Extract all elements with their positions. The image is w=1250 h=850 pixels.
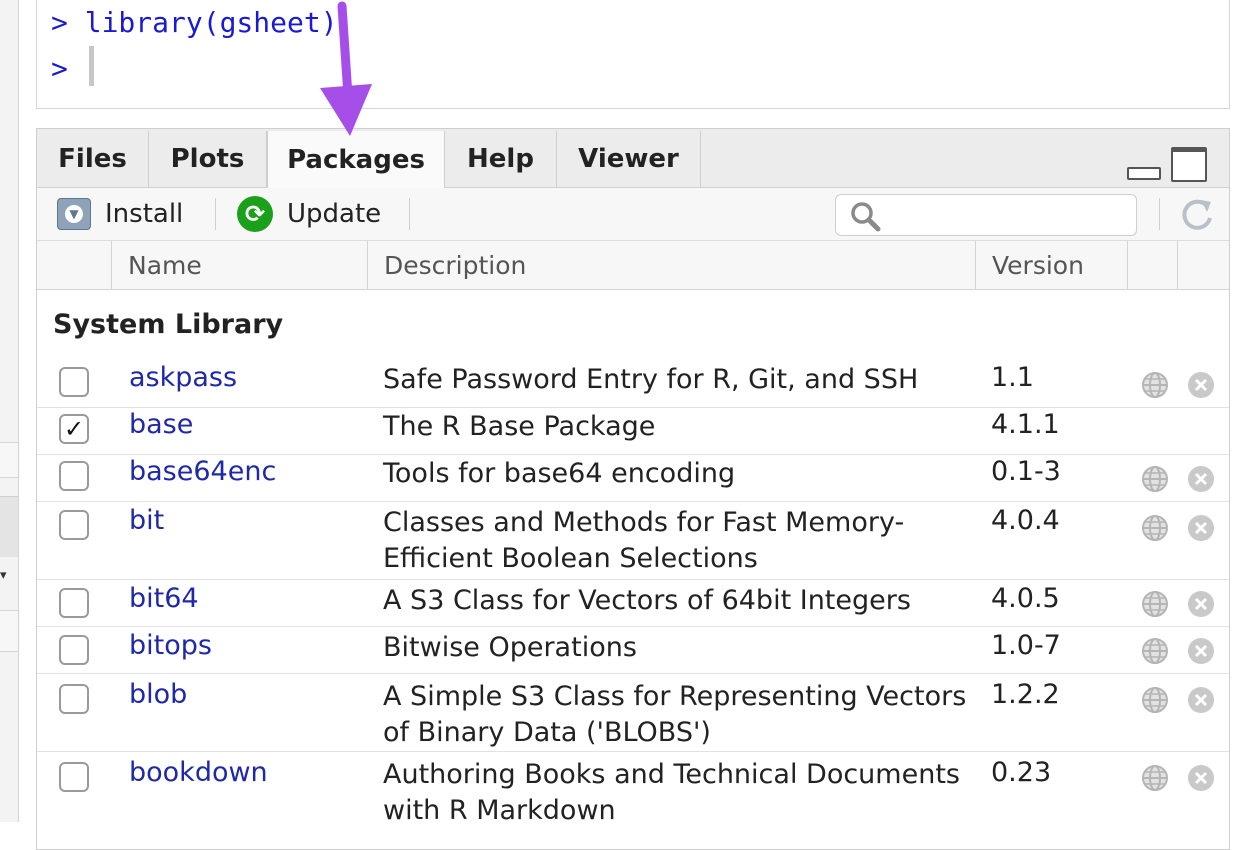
package-version: 0.1-3 — [991, 456, 1061, 487]
install-button[interactable]: ▼ Install — [57, 188, 183, 240]
left-pane-strip — [0, 442, 18, 478]
package-description: A S3 Class for Vectors of 64bit Integers — [383, 585, 911, 616]
console-prompt: > — [51, 52, 68, 85]
package-checkbox[interactable] — [59, 588, 89, 618]
toolbar-divider — [1159, 198, 1160, 230]
package-description: A Simple S3 Class for Representing Vecto… — [383, 681, 967, 748]
package-version: 4.0.4 — [991, 505, 1060, 536]
table-row: bit64 A S3 Class for Vectors of 64bit In… — [37, 580, 1229, 627]
remove-icon[interactable] — [1187, 514, 1215, 542]
package-version: 1.1 — [991, 362, 1034, 393]
table-row: askpass Safe Password Entry for R, Git, … — [37, 361, 1229, 408]
globe-icon[interactable] — [1141, 465, 1169, 493]
column-header-blank — [1177, 241, 1229, 289]
package-version: 1.0-7 — [991, 630, 1061, 661]
package-version: 4.0.5 — [991, 583, 1060, 614]
section-title: System Library — [53, 309, 284, 340]
package-name-link[interactable]: base — [129, 409, 193, 440]
package-name-link[interactable]: bit64 — [129, 583, 199, 614]
column-header-name[interactable]: Name — [111, 241, 367, 289]
package-checkbox[interactable] — [59, 510, 89, 540]
package-checkbox[interactable] — [59, 762, 89, 792]
globe-icon[interactable] — [1141, 764, 1169, 792]
package-description: Bitwise Operations — [383, 632, 637, 663]
table-row: ✓ base The R Base Package 4.1.1 — [37, 408, 1229, 455]
package-checkbox[interactable] — [59, 461, 89, 491]
package-name-link[interactable]: base64enc — [129, 456, 276, 487]
remove-icon[interactable] — [1187, 686, 1215, 714]
table-row: bitops Bitwise Operations 1.0-7 — [37, 627, 1229, 674]
package-description: Tools for base64 encoding — [383, 458, 736, 489]
refresh-icon[interactable] — [1177, 194, 1217, 234]
left-pane-edge: ▾ — [0, 0, 19, 822]
search-icon — [851, 202, 881, 232]
tab-plots[interactable]: Plots — [149, 131, 267, 187]
globe-icon[interactable] — [1141, 637, 1169, 665]
remove-icon[interactable] — [1187, 590, 1215, 618]
package-description: Safe Password Entry for R, Git, and SSH — [383, 364, 919, 395]
search-input[interactable] — [835, 194, 1137, 236]
globe-icon[interactable] — [1141, 514, 1169, 542]
toolbar-divider — [409, 198, 410, 230]
remove-icon[interactable] — [1187, 465, 1215, 493]
package-name-link[interactable]: bookdown — [129, 757, 268, 788]
update-button[interactable]: ⟳ Update — [237, 188, 381, 240]
package-checkbox[interactable] — [59, 635, 89, 665]
chevron-down-icon[interactable]: ▾ — [0, 568, 7, 583]
update-icon: ⟳ — [237, 196, 273, 232]
globe-icon[interactable] — [1141, 371, 1169, 399]
packages-toolbar: ▼ Install ⟳ Update — [37, 188, 1229, 241]
table-row: bookdown Authoring Books and Technical D… — [37, 752, 1229, 846]
column-header-row: Name Description Version — [37, 241, 1229, 290]
console-cursor — [89, 46, 94, 86]
update-label: Update — [287, 199, 382, 229]
remove-icon[interactable] — [1187, 637, 1215, 665]
arrow-annotation — [320, 1, 372, 136]
column-header-blank — [1127, 241, 1177, 289]
tab-help[interactable]: Help — [445, 131, 557, 187]
left-pane-strip — [0, 496, 18, 557]
minimize-icon[interactable] — [1127, 167, 1161, 180]
package-checkbox[interactable] — [59, 684, 89, 714]
console-line: > library(gsheet) — [51, 6, 338, 39]
table-row: blob A Simple S3 Class for Representing … — [37, 674, 1229, 752]
left-pane-strip — [0, 610, 18, 652]
globe-icon[interactable] — [1141, 590, 1169, 618]
tab-viewer[interactable]: Viewer — [557, 131, 701, 187]
package-version: 0.23 — [991, 757, 1052, 788]
table-row: base64enc Tools for base64 encoding 0.1-… — [37, 455, 1229, 502]
column-header-version[interactable]: Version — [975, 241, 1127, 289]
package-checkbox[interactable] — [59, 367, 89, 397]
package-description: Classes and Methods for Fast Memory-Effi… — [383, 507, 905, 574]
install-label: Install — [105, 199, 184, 229]
console-pane[interactable]: > library(gsheet) > — [36, 0, 1230, 109]
remove-icon[interactable] — [1187, 764, 1215, 792]
package-name-link[interactable]: bitops — [129, 630, 212, 661]
package-description: Authoring Books and Technical Documents … — [383, 759, 960, 826]
table-row: bit Classes and Methods for Fast Memory-… — [37, 502, 1229, 580]
package-version: 4.1.1 — [991, 409, 1060, 440]
column-header-description[interactable]: Description — [367, 241, 975, 289]
packages-pane: Files Plots Packages Help Viewer ▼ Insta… — [36, 128, 1230, 850]
package-version: 1.2.2 — [991, 679, 1060, 710]
package-description: The R Base Package — [383, 411, 656, 442]
toolbar-divider — [215, 198, 216, 230]
install-icon: ▼ — [57, 198, 91, 230]
package-checkbox[interactable]: ✓ — [59, 414, 89, 444]
package-name-link[interactable]: askpass — [129, 362, 237, 393]
globe-icon[interactable] — [1141, 686, 1169, 714]
remove-icon[interactable] — [1187, 371, 1215, 399]
tab-bar: Files Plots Packages Help Viewer — [37, 129, 1229, 189]
maximize-icon[interactable] — [1171, 147, 1207, 182]
package-name-link[interactable]: blob — [129, 679, 187, 710]
package-name-link[interactable]: bit — [129, 505, 164, 536]
tab-files[interactable]: Files — [37, 131, 149, 187]
